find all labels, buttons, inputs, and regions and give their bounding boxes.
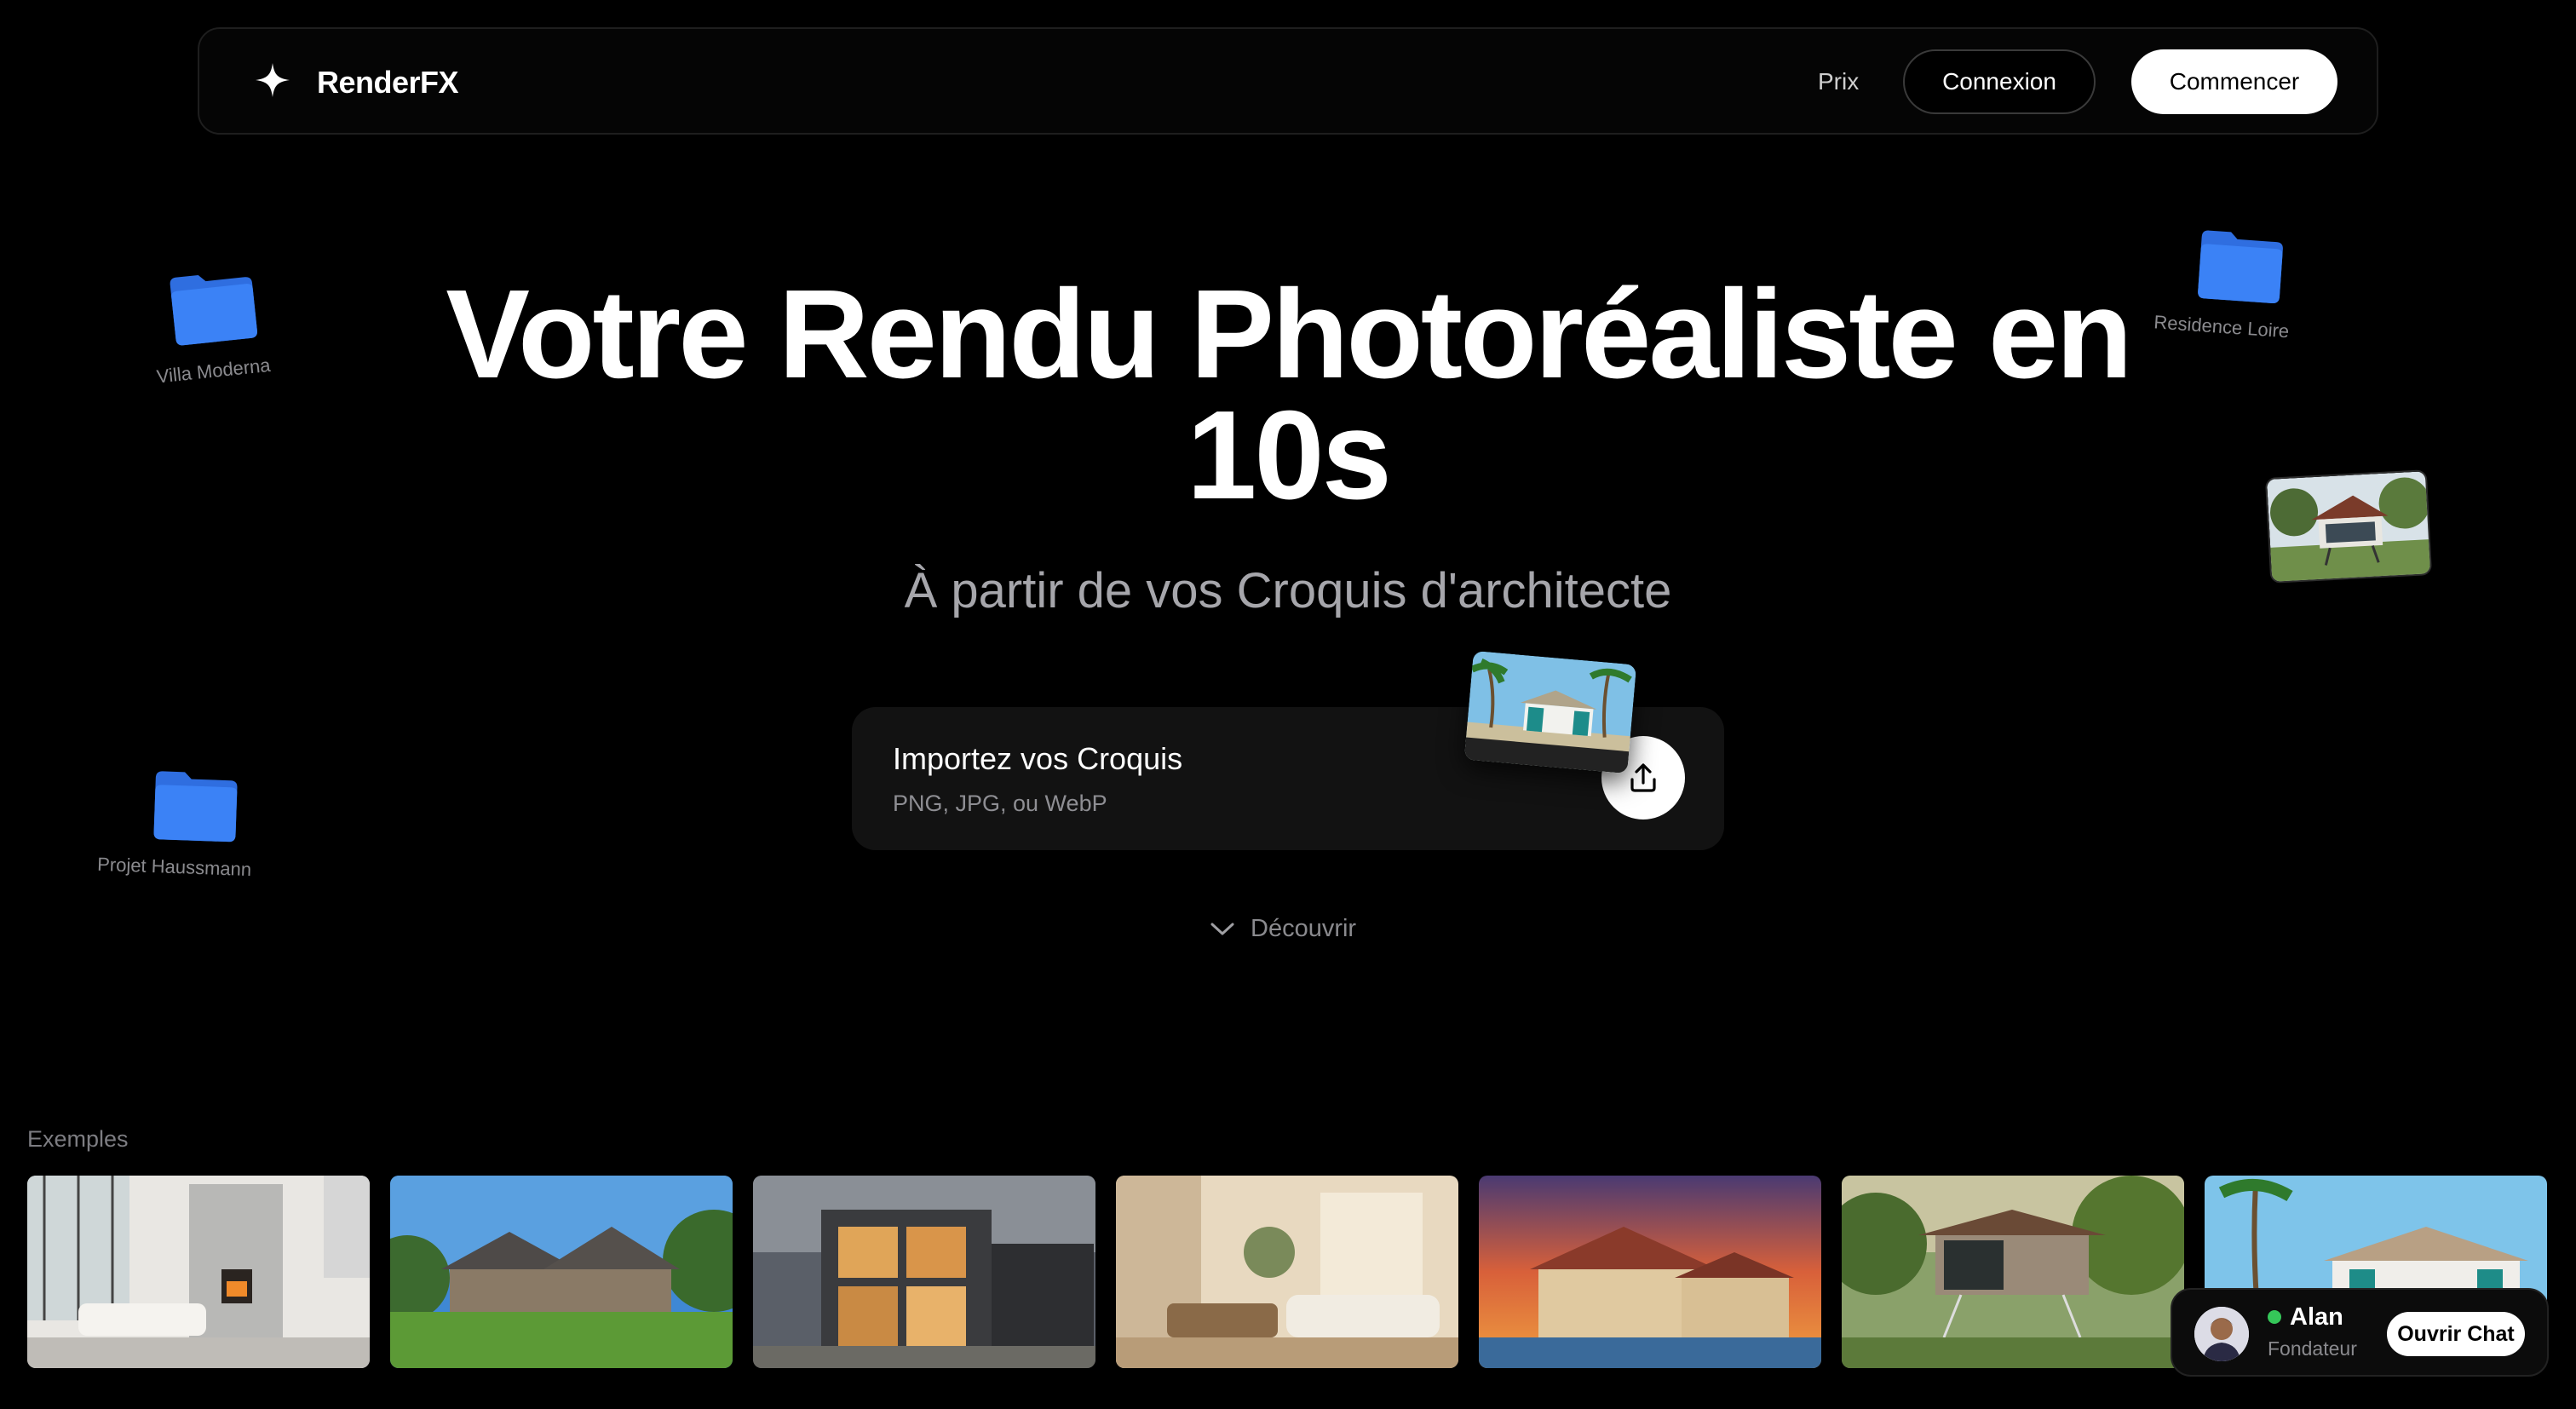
chat-widget: Alan Fondateur Ouvrir Chat xyxy=(2171,1288,2549,1377)
chat-agent-role: Fondateur xyxy=(2268,1337,2357,1360)
hero-title-line1: Votre Rendu Photoréaliste en xyxy=(446,264,2132,405)
examples-heading: Exemples xyxy=(27,1126,129,1152)
floating-folder-projet-haussmann[interactable]: Projet Haussmann xyxy=(97,764,255,881)
example-card[interactable] xyxy=(27,1176,370,1368)
upload-formats: PNG, JPG, ou WebP xyxy=(893,791,1107,816)
folder-icon xyxy=(170,274,258,346)
example-card[interactable] xyxy=(390,1176,733,1368)
login-button[interactable]: Connexion xyxy=(1903,49,2096,114)
example-card[interactable] xyxy=(1479,1176,1821,1368)
online-status-dot xyxy=(2268,1310,2281,1324)
chat-agent-name: Alan xyxy=(2290,1303,2343,1331)
upload-preview-thumbnail xyxy=(1463,650,1637,774)
chevron-down-icon xyxy=(1210,923,1234,935)
folder-label: Projet Haussmann xyxy=(96,853,252,881)
open-chat-button[interactable]: Ouvrir Chat xyxy=(2387,1312,2525,1356)
upload-title: Importez vos Croquis xyxy=(893,741,1183,776)
sparkle-icon xyxy=(256,63,290,97)
avatar xyxy=(2194,1307,2249,1361)
get-started-button[interactable]: Commencer xyxy=(2131,49,2337,114)
folder-label: Villa Moderna xyxy=(155,354,272,388)
example-card[interactable] xyxy=(1842,1176,2184,1368)
discover-link[interactable]: Découvrir xyxy=(1210,915,1356,943)
brand-name[interactable]: RenderFX xyxy=(317,65,459,101)
examples-gallery xyxy=(27,1176,2547,1368)
example-card[interactable] xyxy=(1116,1176,1458,1368)
hero-subtitle: À partir de vos Croquis d'architecte xyxy=(904,563,1672,618)
upload-icon xyxy=(1630,763,1656,792)
hero-title: Votre Rendu Photoréaliste en 10s xyxy=(266,272,2310,519)
nav-link-pricing[interactable]: Prix xyxy=(1818,68,1859,95)
top-navbar: RenderFX Prix Connexion Commencer xyxy=(198,27,2378,135)
hero-title-line2: 10s xyxy=(1187,385,1392,526)
folder-icon xyxy=(154,771,238,843)
example-card[interactable] xyxy=(753,1176,1095,1368)
floating-folder-villa-moderna[interactable]: Villa Moderna xyxy=(146,263,272,388)
discover-label: Découvrir xyxy=(1251,915,1357,942)
